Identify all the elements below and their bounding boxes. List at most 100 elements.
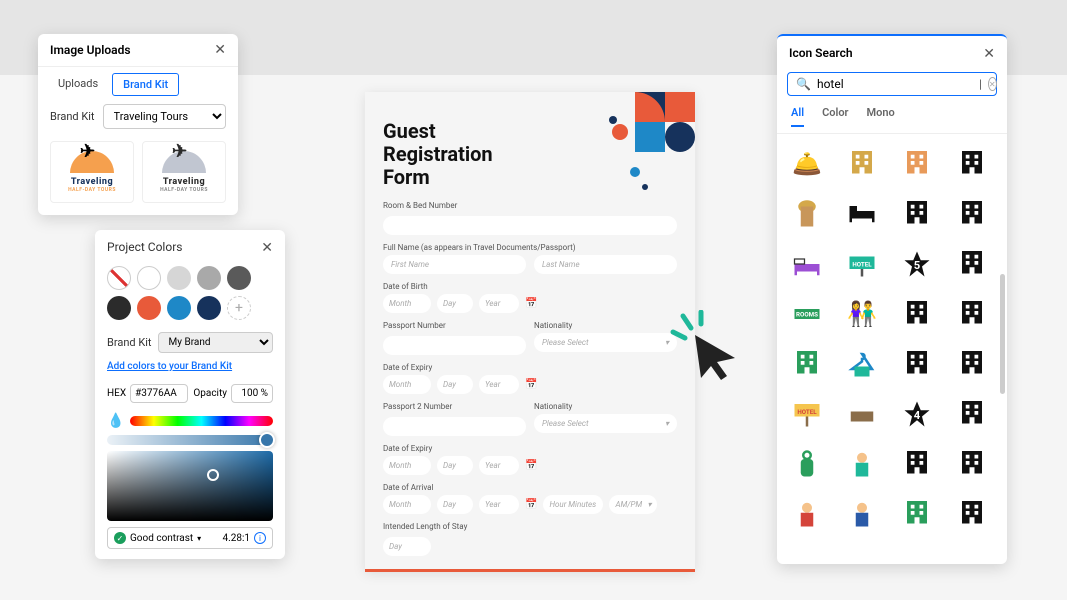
icon-hotel-mono-11[interactable] [952,444,992,484]
icon-hotel-mono[interactable] [952,144,992,184]
calendar-icon[interactable]: 📅 [525,460,537,471]
search-field[interactable]: 🔍 | ✕ [787,72,997,96]
swatch-none[interactable] [107,266,131,290]
icon-hotel-building-color[interactable] [842,144,882,184]
icon-rooms-sign[interactable]: ROOMS [787,294,827,334]
brand-kit-select[interactable]: My Brand [158,332,273,353]
form-canvas[interactable]: GuestRegistrationForm Room & Bed Number … [365,92,695,572]
alpha-slider[interactable] [107,435,273,445]
icon-hotel-mono-9[interactable] [952,394,992,434]
icon-star-4[interactable]: 4 [897,394,937,434]
icon-search-title: Icon Search [789,46,853,62]
swatch[interactable] [167,296,191,320]
swatch-add[interactable]: + [227,296,251,320]
month-input[interactable] [383,375,431,394]
close-icon[interactable]: ✕ [983,46,995,62]
nationality-select[interactable]: Please Select▾ [534,414,677,433]
clear-icon[interactable]: ✕ [988,77,997,91]
tab-color[interactable]: Color [822,106,848,127]
day-input[interactable] [437,495,473,514]
icon-hotel-mono-3[interactable] [952,194,992,234]
swatch[interactable] [197,266,221,290]
icon-hotel-mono-4[interactable] [952,244,992,284]
swatch-row: + [95,262,285,324]
icon-bellhop-color[interactable]: 🛎️ [787,144,827,184]
swatch[interactable] [167,266,191,290]
icon-do-not-disturb[interactable] [787,444,827,484]
month-input[interactable] [383,495,431,514]
icon-hotel-mono-8[interactable] [952,344,992,384]
tab-uploads[interactable]: Uploads [48,73,108,96]
tab-mono[interactable]: Mono [867,106,895,127]
icon-hotel-mono-7[interactable] [897,344,937,384]
day-input[interactable] [437,294,473,313]
nationality-select[interactable]: Please Select▾ [534,333,677,352]
opacity-input[interactable] [231,384,273,403]
close-icon[interactable]: ✕ [261,240,273,256]
info-icon[interactable]: i [254,532,266,544]
icon-hotel-mono-12[interactable] [952,494,992,534]
brand-logo-2[interactable]: ✈ Traveling HALF-DAY TOURS [142,141,226,203]
decorative-shapes [575,92,695,192]
icon-hanger-color[interactable] [842,344,882,384]
chevron-down-icon: ▾ [647,500,651,509]
icon-bellhop-green[interactable] [842,444,882,484]
brand-logo-1[interactable]: ✈ Traveling HALF-DAY TOURS [50,141,134,203]
year-input[interactable] [479,294,519,313]
day-input[interactable] [437,375,473,394]
passport2-input[interactable] [383,417,526,436]
eyedropper-icon[interactable]: 💧 [107,413,124,429]
icon-bellhop-red[interactable] [787,494,827,534]
swatch[interactable] [107,296,131,320]
year-input[interactable] [479,456,519,475]
swatch[interactable] [197,296,221,320]
add-colors-link[interactable]: Add colors to your Brand Kit [95,357,285,380]
icon-door-color[interactable] [787,194,827,234]
month-input[interactable] [383,294,431,313]
icon-hotel-mono-6[interactable] [952,294,992,334]
calendar-icon[interactable]: 📅 [525,298,537,309]
close-icon[interactable]: ✕ [214,42,226,58]
scrollbar[interactable] [1000,274,1005,394]
icon-bellhop-blue[interactable] [842,494,882,534]
day-input[interactable] [437,456,473,475]
stay-input[interactable] [383,537,431,556]
contrast-indicator[interactable]: ✓Good contrast▾ 4.28:1i [107,527,273,549]
saturation-picker[interactable] [107,451,273,521]
room-input[interactable] [383,216,677,235]
year-input[interactable] [479,375,519,394]
icon-bed-color[interactable] [787,244,827,284]
icon-hotel-building-color-2[interactable] [897,144,937,184]
hex-input[interactable] [130,384,188,403]
icon-couple-color[interactable]: 👫 [842,294,882,334]
swatch[interactable] [137,296,161,320]
brand-kit-select[interactable]: Traveling Tours [103,104,226,129]
icon-star-5[interactable]: 5 [897,244,937,284]
swatch[interactable] [227,266,251,290]
search-input[interactable] [817,77,973,91]
year-input[interactable] [479,495,519,514]
icon-hotel-sign-color[interactable]: HOTEL [842,244,882,284]
ampm-select[interactable]: AM/PM▾ [609,495,657,514]
swatch[interactable] [137,266,161,290]
calendar-icon[interactable]: 📅 [525,379,537,390]
hour-input[interactable] [543,495,603,514]
passport-input[interactable] [383,336,526,355]
icon-hotel-sign-yellow[interactable]: HOTEL [787,394,827,434]
icon-hotel-green-2[interactable] [897,494,937,534]
calendar-icon[interactable]: 📅 [525,499,537,510]
icon-hotel-mono-5[interactable] [897,294,937,334]
month-input[interactable] [383,456,431,475]
svg-text:ROOMS: ROOMS [796,311,818,319]
last-name-input[interactable] [534,255,677,274]
hue-slider[interactable] [130,416,273,426]
icon-hotel-mono-2[interactable] [897,194,937,234]
icon-hotel-mono-10[interactable] [897,444,937,484]
icon-bed-color-2[interactable] [842,394,882,434]
icon-bed-mono[interactable] [842,194,882,234]
tab-brand-kit[interactable]: Brand Kit [112,73,179,96]
icon-hotel-green[interactable] [787,344,827,384]
tab-all[interactable]: All [791,106,804,127]
first-name-input[interactable] [383,255,526,274]
field-label: Nationality [534,402,677,411]
